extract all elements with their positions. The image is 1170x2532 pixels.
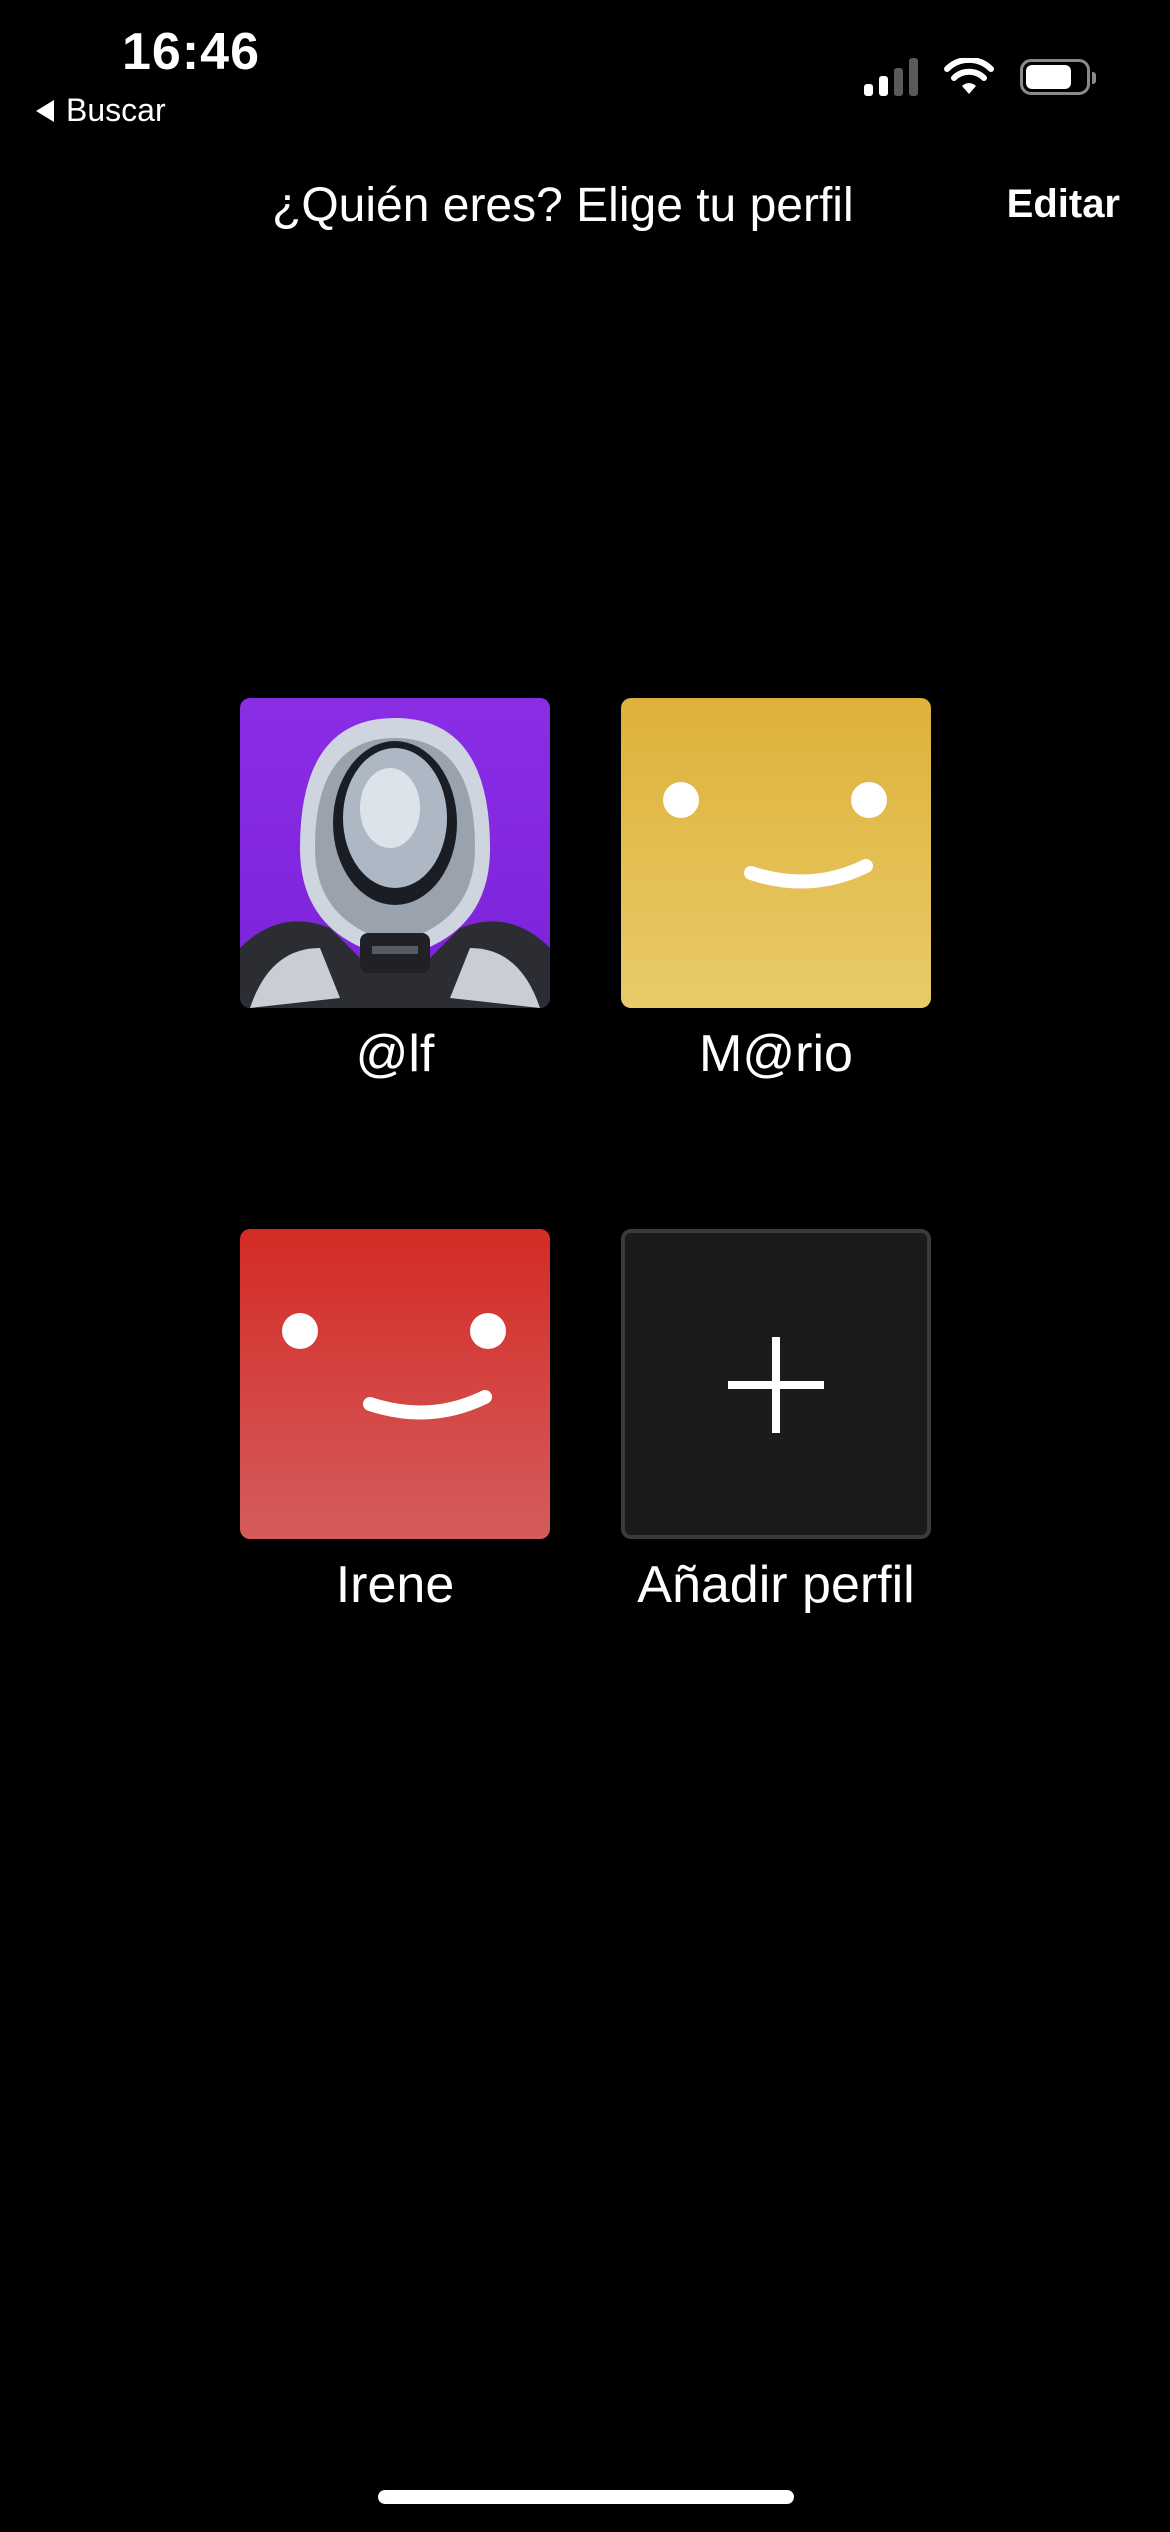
status-time: 16:46 [122, 23, 260, 81]
smiley-avatar[interactable] [621, 698, 931, 1008]
status-icons [864, 58, 1096, 96]
profile-name: Irene [335, 1556, 455, 1614]
edit-button[interactable]: Editar [1007, 182, 1120, 227]
home-indicator[interactable] [378, 2490, 794, 2504]
add-profile-label: Añadir perfil [637, 1556, 915, 1614]
battery-fill [1026, 65, 1072, 89]
plus-icon [728, 1337, 824, 1433]
add-profile-button[interactable]: Añadir perfil [621, 1229, 931, 1615]
smiley-avatar[interactable] [240, 1229, 550, 1539]
wifi-icon [944, 58, 994, 94]
profile-name: M@rio [699, 1025, 853, 1083]
back-app-label: Buscar [66, 92, 166, 128]
astronaut-avatar[interactable] [240, 698, 550, 1008]
back-arrow-icon [36, 99, 54, 122]
profile-irene[interactable]: Irene [240, 1229, 550, 1615]
battery-icon [1020, 59, 1096, 95]
page-title: ¿Quién eres? Elige tu perfil [272, 179, 854, 232]
cellular-signal-icon [864, 58, 918, 96]
profile-alf[interactable]: @lf [240, 698, 550, 1084]
profile-mario[interactable]: M@rio [621, 698, 931, 1084]
back-to-app-button[interactable]: Buscar [36, 92, 166, 129]
add-profile-tile[interactable] [621, 1229, 931, 1539]
profile-name: @lf [355, 1025, 435, 1083]
